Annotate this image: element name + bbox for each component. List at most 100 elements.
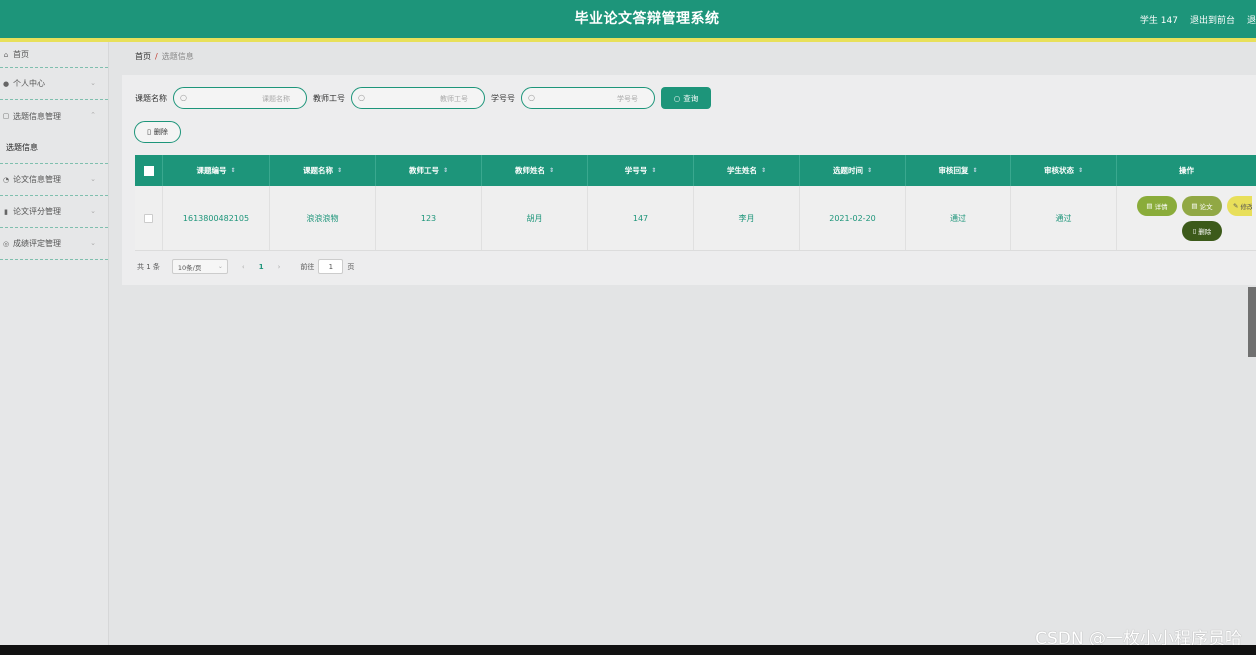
paper-button[interactable]: ▤ 论文 (1182, 195, 1222, 216)
user-icon: ● (2, 79, 10, 88)
sidebar-item-home[interactable]: ⌂ 首页 (0, 42, 108, 68)
sidebar-item-score-manage[interactable]: ▮ 论文评分管理 ⌄ (0, 196, 108, 228)
col-header[interactable]: 课题编号 ⇕ (163, 155, 270, 186)
student-id-input[interactable]: ○ 学号号 (521, 87, 655, 109)
doc-icon: ▤ (1146, 201, 1153, 210)
row-checkbox[interactable] (144, 213, 153, 223)
goto-page-input[interactable]: 1 (318, 259, 344, 274)
actions-row: ▤ 详情 ▤ 论文 ✎ 修改 (1137, 195, 1252, 216)
col-header[interactable]: 课题名称 ⇕ (270, 155, 376, 186)
col-header-label: 操作 (1179, 166, 1194, 175)
sort-icon: ⇕ (651, 167, 657, 174)
topic-name-label: 课题名称 (135, 93, 167, 103)
total-count: 共 1 条 (137, 262, 160, 271)
chevron-down-icon: ⌄ (90, 239, 96, 247)
goto-prefix: 前往 (300, 262, 315, 271)
sidebar-item-label: 首页 (13, 50, 29, 59)
col-header[interactable]: 选题时间 ⇕ (800, 155, 906, 186)
cell-reply: 通过 (906, 186, 1011, 250)
table-header: 课题编号 ⇕ 课题名称 ⇕ 教师工号 ⇕ 教师姓名 ⇕ 学号号 ⇕ 学生姓名 ⇕ 选题时间 ⇕… (135, 155, 1256, 186)
teacher-id-placeholder: 教师工号 (440, 95, 468, 103)
trash-icon: ▯ (147, 128, 151, 136)
sort-icon: ⇕ (548, 167, 555, 174)
search-icon: ○ (180, 93, 187, 102)
doc-icon: ▤ (1191, 201, 1198, 210)
prev-page-icon[interactable]: ‹ (242, 263, 245, 271)
student-id-placeholder: 学号号 (617, 95, 638, 103)
col-header-label: 学生姓名 (726, 166, 757, 175)
sidebar-item-label: 选题信息管理 (13, 111, 61, 121)
col-header-label: 学号号 (624, 166, 648, 175)
breadcrumb-home[interactable]: 首页 (135, 52, 151, 61)
sidebar-item-grade-manage[interactable]: ◎ 成绩评定管理 ⌄ (0, 228, 108, 260)
cell-code: 1613800482105 (163, 186, 270, 250)
delete-button[interactable]: ▯ 删除 (1182, 220, 1222, 241)
cell-status: 通过 (1011, 186, 1117, 250)
chevron-down-icon: ⌄ (90, 175, 96, 183)
back-to-front-link[interactable]: 退出到前台 (1190, 13, 1235, 26)
sort-icon: ⇕ (230, 167, 236, 174)
pagination: 共 1 条 10条/页 ⌄ ‹ 1 › 前往 1 页 (137, 259, 354, 274)
paper-label: 论文 (1199, 202, 1213, 211)
vertical-scrollbar[interactable] (1248, 287, 1256, 357)
select-all-checkbox[interactable] (143, 165, 154, 176)
sort-icon: ⇕ (1077, 167, 1084, 174)
page-size-value: 10条/页 (177, 263, 202, 272)
col-header: 操作 (1117, 155, 1256, 186)
edit-icon: ✎ (1233, 201, 1239, 210)
query-button[interactable]: ○ 查询 (661, 87, 711, 109)
search-icon: ○ (358, 93, 365, 102)
edit-button[interactable]: ✎ 修改 (1227, 195, 1252, 216)
topic-name-placeholder: 课题名称 (262, 95, 290, 103)
col-header[interactable]: 学号号 ⇕ (588, 155, 694, 186)
sidebar-item-label: 成绩评定管理 (13, 239, 61, 248)
student-id-label: 学号号 (491, 93, 515, 103)
cell-actions: ▤ 详情 ▤ 论文 ✎ 修改 ▯ 删除 (1117, 186, 1256, 250)
col-header[interactable]: 审核回复 ⇕ (906, 155, 1011, 186)
search-icon: ○ (673, 93, 681, 103)
detail-button[interactable]: ▤ 详情 (1137, 195, 1177, 216)
sidebar-subitem-topic-info[interactable]: 选题信息 (0, 132, 108, 164)
chevron-down-icon: ⌄ (90, 79, 96, 87)
col-header-label: 课题编号 (196, 166, 227, 175)
col-header[interactable]: 学生姓名 ⇕ (694, 155, 800, 186)
header-right: 学生 147 退出到前台 退 (1128, 0, 1256, 38)
cell-student-id: 147 (588, 186, 694, 250)
sidebar-item-paper-manage[interactable]: ◔ 论文信息管理 ⌄ (0, 164, 108, 196)
col-header[interactable]: 教师工号 ⇕ (376, 155, 482, 186)
breadcrumb: 首页 / 选题信息 (135, 51, 194, 62)
topic-name-input[interactable]: ○ 课题名称 (173, 87, 307, 109)
topic-table: 课题编号 ⇕ 课题名称 ⇕ 教师工号 ⇕ 教师姓名 ⇕ 学号号 ⇕ 学生姓名 ⇕ 选题时间 ⇕… (135, 155, 1256, 251)
batch-delete-button[interactable]: ▯ 删除 (134, 121, 181, 143)
doc-icon: ◔ (2, 175, 10, 184)
next-page-icon[interactable]: › (278, 263, 281, 271)
cell-topic-name: 浪浪浪物 (270, 186, 376, 250)
goto-suffix: 页 (347, 262, 355, 271)
detail-label: 详情 (1154, 202, 1168, 211)
logout-link[interactable]: 退 (1247, 13, 1256, 26)
sidebar-item-personal[interactable]: ● 个人中心 ⌄ (0, 68, 108, 100)
cell-student-name: 李月 (694, 186, 800, 250)
sidebar: ⌂ 首页 ● 个人中心 ⌄ ▢ 选题信息管理 ⌃ 选题信息 ◔ 论文信息管理 ⌄… (0, 42, 109, 645)
sidebar-item-label: 个人中心 (13, 79, 45, 88)
teacher-id-input[interactable]: ○ 教师工号 (351, 87, 485, 109)
page-size-select[interactable]: 10条/页 ⌄ (171, 259, 228, 274)
sidebar-item-topic-manage[interactable]: ▢ 选题信息管理 ⌃ (0, 100, 108, 132)
score-icon: ▮ (4, 207, 8, 216)
trash-icon: ▯ (1192, 226, 1197, 235)
breadcrumb-separator: / (155, 52, 158, 61)
col-header[interactable]: 教师姓名 ⇕ (482, 155, 588, 186)
grade-icon: ◎ (2, 239, 10, 248)
cell-teacher-name: 胡月 (482, 186, 588, 250)
row-select-cell (135, 186, 163, 250)
sidebar-item-label: 论文评分管理 (13, 207, 61, 216)
col-header-label: 教师工号 (408, 166, 439, 175)
home-icon: ⌂ (3, 50, 9, 59)
actions-row: ▯ 删除 (1137, 220, 1222, 241)
current-page[interactable]: 1 (259, 263, 264, 271)
search-icon: ○ (528, 93, 535, 102)
edit-label: 修改 (1240, 202, 1252, 211)
list-icon: ▢ (2, 112, 10, 120)
col-header[interactable]: 审核状态 ⇕ (1011, 155, 1117, 186)
current-user: 学生 147 (1139, 15, 1178, 26)
